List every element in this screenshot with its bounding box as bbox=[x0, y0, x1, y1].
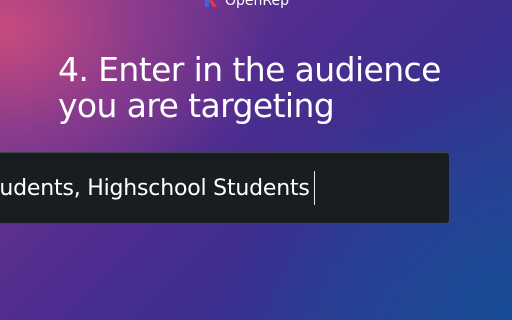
prompt-line-1: 4. Enter in the audience bbox=[58, 50, 441, 89]
brand-name: OpenRep bbox=[225, 0, 289, 9]
prompt-line-2: you are targeting bbox=[58, 86, 335, 125]
audience-input-value: tudents, Highschool Students bbox=[0, 175, 310, 201]
openrep-logo-icon bbox=[205, 0, 217, 7]
brand-logo: OpenRep bbox=[203, 0, 289, 11]
text-caret bbox=[313, 171, 316, 205]
audience-input[interactable]: tudents, Highschool Students bbox=[0, 152, 450, 224]
step-prompt-heading: 4. Enter in the audience you are targeti… bbox=[58, 52, 441, 124]
